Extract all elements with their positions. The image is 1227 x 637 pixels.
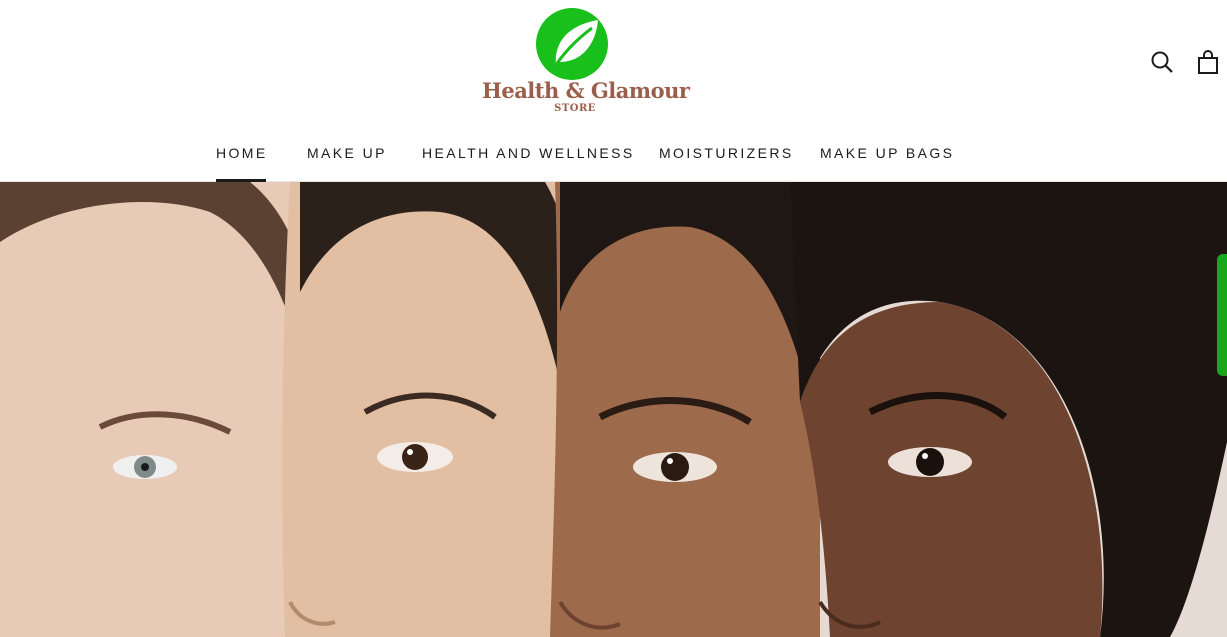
nav-item-home[interactable]: HOME [216,142,268,182]
side-feedback-tab[interactable] [1217,254,1227,376]
nav-item-moisturizers[interactable]: MOISTURIZERS [659,142,794,182]
search-icon[interactable] [1148,48,1176,76]
four-women-faces-photo [0,182,1227,637]
shopping-bag-icon[interactable] [1194,48,1222,76]
nav-item-make-up[interactable]: MAKE UP [307,142,387,182]
nav-item-health-and-wellness[interactable]: HEALTH AND WELLNESS [422,142,635,182]
leaf-logo-icon [536,8,608,80]
nav-item-make-up-bags[interactable]: MAKE UP BAGS [820,142,954,182]
logo-name: Health & Glamour [482,78,690,103]
site-header: Health & Glamour STORE HOME MAKE UP HEAL… [0,0,1227,182]
main-nav: HOME MAKE UP HEALTH AND WELLNESS MOISTUR… [0,142,1227,182]
logo-subtitle: STORE [554,103,596,114]
store-logo[interactable]: Health & Glamour STORE [482,8,690,118]
hero-banner [0,182,1227,637]
